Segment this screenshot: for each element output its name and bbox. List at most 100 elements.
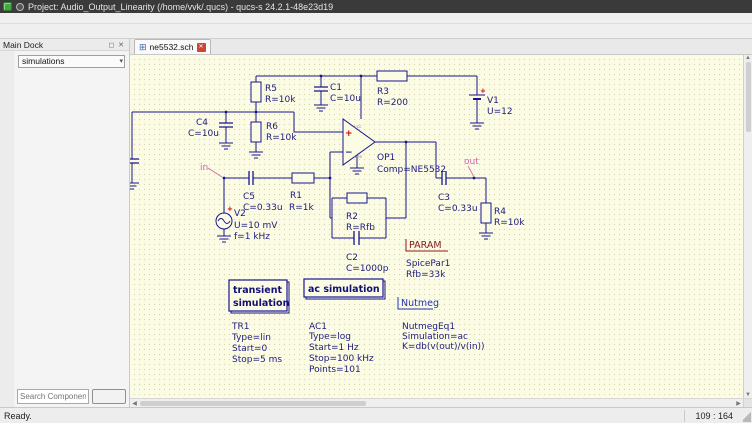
svg-text:V1: V1 (487, 96, 499, 106)
capacitor-edge-symbol (130, 158, 139, 164)
schematic-symbols[interactable] (130, 70, 492, 245)
status-bar: Ready. 109 : 164 (0, 407, 752, 423)
dock-float-icon[interactable]: ◻ (106, 41, 116, 49)
svg-text:R5: R5 (265, 84, 277, 94)
vertical-scrollbar[interactable]: ▲ ▼ (743, 55, 752, 398)
resistor-r5-symbol (250, 81, 262, 103)
toolbar (0, 24, 752, 39)
application-window: Project: Audio_Output_Linearity (/home/v… (0, 0, 752, 423)
dock-tab-strip (0, 51, 14, 407)
svg-text:R=200: R=200 (377, 98, 408, 108)
svg-text:ac simulation: ac simulation (308, 284, 380, 295)
nutmeg-equation-block[interactable]: Nutmeg NutmegEq1 Simulation=ac K=db(v(ou… (397, 297, 485, 352)
svg-text:Stop=100 kHz: Stop=100 kHz (309, 354, 374, 364)
net-label-in: in (200, 163, 208, 173)
vertical-scroll-thumb[interactable] (745, 62, 751, 132)
svg-text:V2: V2 (234, 209, 246, 219)
schematic-drawing: + + + − vcc vee R5R=10k R6R=10k C4C=10u … (130, 70, 525, 375)
spice-param-block[interactable]: PARAM SpicePar1 Rfb=33k (405, 239, 450, 280)
svg-text:OP1: OP1 (377, 153, 395, 163)
svg-text:NutmegEq1: NutmegEq1 (402, 322, 455, 332)
title-bar[interactable]: Project: Audio_Output_Linearity (/home/v… (0, 0, 752, 13)
cursor-coordinates: 109 : 164 (684, 409, 743, 422)
svg-text:Comp=NE5532: Comp=NE5532 (377, 165, 446, 175)
window-title: Project: Audio_Output_Linearity (/home/v… (28, 1, 334, 12)
svg-text:Rfb=33k: Rfb=33k (406, 270, 446, 280)
tab-close-icon[interactable]: ✕ (196, 42, 206, 52)
svg-text:R1: R1 (290, 191, 302, 201)
svg-text:Stop=5 ms: Stop=5 ms (232, 355, 282, 365)
svg-text:R=1k: R=1k (289, 203, 315, 213)
capacitor-c5-symbol (248, 171, 254, 185)
opamp-vcc-pin-label: vcc (354, 125, 362, 130)
schematic-wires[interactable] (131, 75, 487, 239)
horizontal-scrollbar[interactable]: ◀ ▶ (130, 398, 752, 408)
dock-header: Main Dock ◻ ✕ (0, 39, 129, 51)
svg-text:C3: C3 (438, 193, 450, 203)
resistor-r4-symbol (480, 202, 492, 224)
component-category-select[interactable]: simulations ▾ (18, 55, 125, 68)
svg-text:R=10k: R=10k (494, 218, 525, 228)
opamp-noninverting-input: + (345, 129, 353, 139)
app-menu-icon[interactable] (16, 2, 24, 11)
transient-simulation-block[interactable]: transient simulation TR1 Type=lin Start=… (228, 279, 290, 365)
schematic-file-icon: ⊞ (139, 41, 147, 52)
svg-text:Nutmeg: Nutmeg (401, 298, 439, 309)
opamp-inverting-input: − (345, 148, 353, 158)
document-tab-label: ne5532.sch (149, 42, 194, 52)
svg-text:R4: R4 (494, 207, 506, 217)
svg-text:R6: R6 (266, 122, 278, 132)
clear-search-button[interactable] (92, 389, 126, 404)
capacitor-c4-symbol (219, 122, 233, 128)
svg-text:U=10 mV: U=10 mV (234, 221, 278, 231)
svg-text:C2: C2 (346, 253, 358, 263)
svg-text:C4: C4 (196, 118, 208, 128)
svg-text:Start=0: Start=0 (232, 344, 268, 354)
app-icon (3, 2, 12, 11)
v2-plus-mark: + (227, 205, 233, 213)
net-label-out: out (464, 157, 479, 167)
svg-text:Type=log: Type=log (308, 332, 351, 342)
resize-grip[interactable] (743, 409, 751, 422)
document-tab-bar: ⊞ ne5532.sch ✕ (130, 39, 752, 55)
status-message: Ready. (4, 410, 32, 421)
horizontal-scroll-thumb[interactable] (140, 400, 367, 406)
capacitor-c1-symbol (314, 86, 328, 92)
svg-text:AC1: AC1 (309, 322, 327, 332)
dock-title: Main Dock (3, 39, 44, 50)
svg-text:Simulation=ac: Simulation=ac (402, 332, 468, 342)
v1-plus-mark: + (480, 87, 486, 95)
svg-text:U=12: U=12 (487, 107, 513, 117)
resistor-r1-symbol (291, 172, 315, 184)
svg-text:C=0.33u: C=0.33u (438, 204, 478, 214)
tab-ne5532-sch[interactable]: ⊞ ne5532.sch ✕ (134, 39, 211, 54)
scroll-right-icon[interactable]: ▶ (734, 400, 743, 407)
scroll-up-icon[interactable]: ▲ (745, 55, 751, 61)
svg-text:C=0.33u: C=0.33u (243, 203, 283, 213)
main-dock: Main Dock ◻ ✕ simulations ▾ (0, 39, 130, 407)
search-components-input[interactable] (17, 389, 89, 404)
svg-text:R3: R3 (377, 87, 389, 97)
svg-text:PARAM: PARAM (409, 240, 442, 251)
svg-text:K=db(v(out)/v(in)): K=db(v(out)/v(in)) (402, 342, 485, 352)
svg-text:R=10k: R=10k (266, 133, 297, 143)
svg-text:C=1000p: C=1000p (346, 264, 389, 274)
capacitor-c2-symbol (353, 231, 360, 245)
svg-text:C1: C1 (330, 83, 342, 93)
svg-text:simulation: simulation (233, 298, 290, 309)
svg-text:TR1: TR1 (231, 322, 249, 332)
svg-text:R=10k: R=10k (265, 95, 296, 105)
dock-close-icon[interactable]: ✕ (116, 41, 126, 49)
resistor-r3-symbol (376, 70, 408, 82)
svg-text:R=Rfb: R=Rfb (346, 223, 375, 233)
scroll-left-icon[interactable]: ◀ (130, 400, 139, 407)
menu-bar (0, 13, 752, 24)
svg-text:SpicePar1: SpicePar1 (406, 259, 450, 269)
resistor-r2-symbol (346, 192, 368, 204)
svg-text:C5: C5 (243, 192, 255, 202)
schematic-canvas[interactable]: + + + − vcc vee R5 R=10k R6 R=10k C4 C=10u … (130, 55, 743, 398)
ac-simulation-block[interactable]: ac simulation AC1 Type=log Start=1 Hz St… (303, 278, 386, 375)
svg-text:Points=101: Points=101 (309, 365, 361, 375)
svg-text:C=10u: C=10u (188, 129, 219, 139)
svg-text:Start=1 Hz: Start=1 Hz (309, 343, 359, 353)
